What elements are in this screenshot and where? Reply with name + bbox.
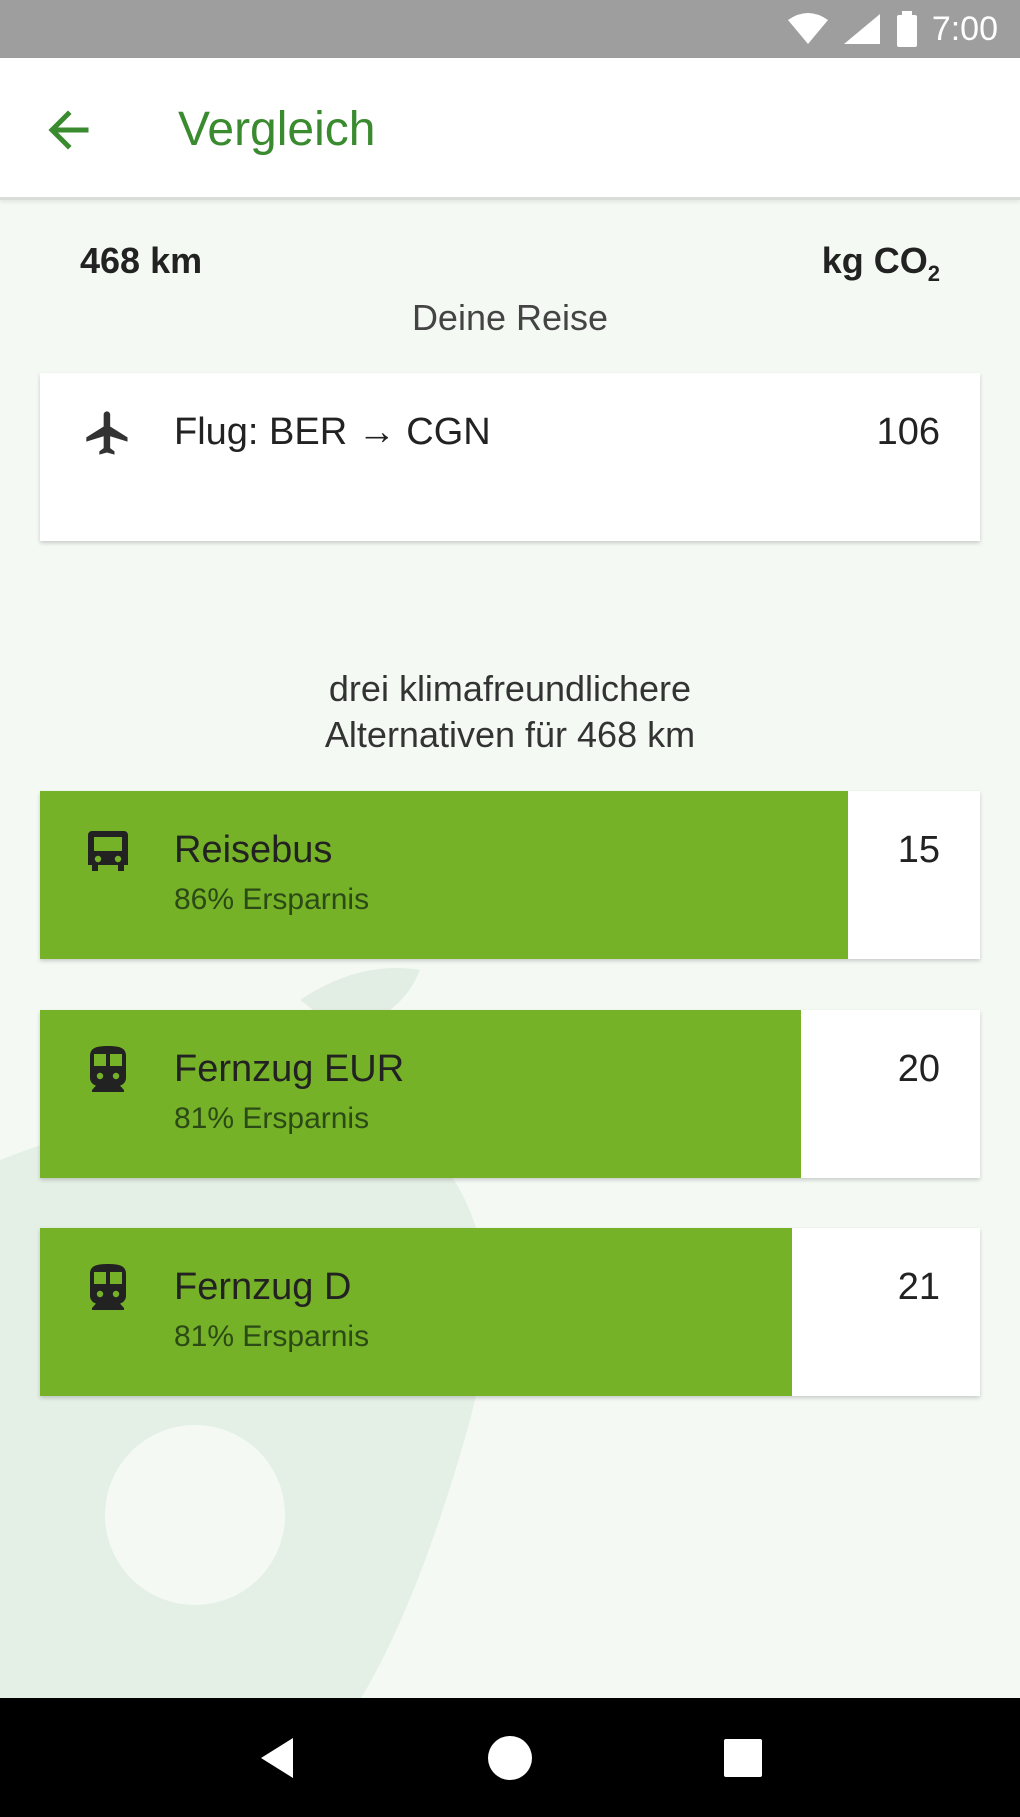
savings-bar [40,791,849,959]
app-bar: Vergleich [0,58,1020,200]
trip-label: Flug: BER → CGN [174,411,491,453]
alternative-co2-value: 20 [897,1048,940,1090]
co2-unit-main: kg CO [821,240,928,281]
train-icon [80,1042,136,1098]
co2-unit-label: kg CO2 [822,240,940,287]
circle-home-icon [487,1735,532,1780]
section-label-your-trip: Deine Reise [411,297,609,338]
savings-bar [40,1228,792,1396]
trip-distance: 468 km [80,240,203,281]
alternative-name: Fernzug EUR [174,1048,405,1090]
nav-home-button[interactable] [470,1718,550,1798]
alternative-co2-value: 21 [897,1266,940,1308]
wifi-icon [787,12,828,46]
alternative-saving: 81% Ersparnis [174,1320,370,1353]
screen: 7:00 Vergleich 468 km kg CO2 Deine Reise… [0,0,1020,1817]
triangle-back-icon [260,1737,293,1778]
alternative-name: Fernzug D [174,1266,352,1308]
arrow-back-icon [48,110,89,150]
alternatives-heading: drei klimafreundlichere Alternativen für… [0,666,1020,758]
alternative-name: Reisebus [174,829,333,871]
trip-co2-value: 106 [876,411,940,453]
train-icon [80,1260,136,1316]
nav-recents-button[interactable] [703,1718,783,1798]
alternatives-heading-line1: drei klimafreundlichere [328,668,692,709]
alternative-card-bus[interactable]: Reisebus 86% Ersparnis 15 [40,791,980,959]
status-bar: 7:00 [0,0,1020,58]
alternatives-heading-line2: Alternativen für 468 km [324,714,696,755]
summary-header: 468 km kg CO2 [80,240,940,286]
nav-back-button[interactable] [237,1718,317,1798]
alternative-card-fernzug-d[interactable]: Fernzug D 81% Ersparnis 21 [40,1228,980,1396]
status-time: 7:00 [931,9,998,48]
savings-bar [40,1010,802,1178]
page-title: Vergleich [178,103,376,156]
alternative-co2-value: 15 [897,829,940,871]
airplane-icon [80,405,136,461]
alternative-saving: 86% Ersparnis [174,883,370,916]
bus-icon [80,823,136,879]
system-navigation-bar [0,1698,1020,1817]
trip-card[interactable]: Flug: BER → CGN 106 [40,373,980,541]
square-recents-icon [724,1738,763,1777]
alternative-saving: 81% Ersparnis [174,1102,370,1135]
back-button[interactable] [38,102,98,158]
cell-signal-icon [842,12,882,46]
battery-icon [896,11,918,47]
alternative-card-fernzug-eur[interactable]: Fernzug EUR 81% Ersparnis 20 [40,1010,980,1178]
co2-unit-sub: 2 [927,261,940,287]
